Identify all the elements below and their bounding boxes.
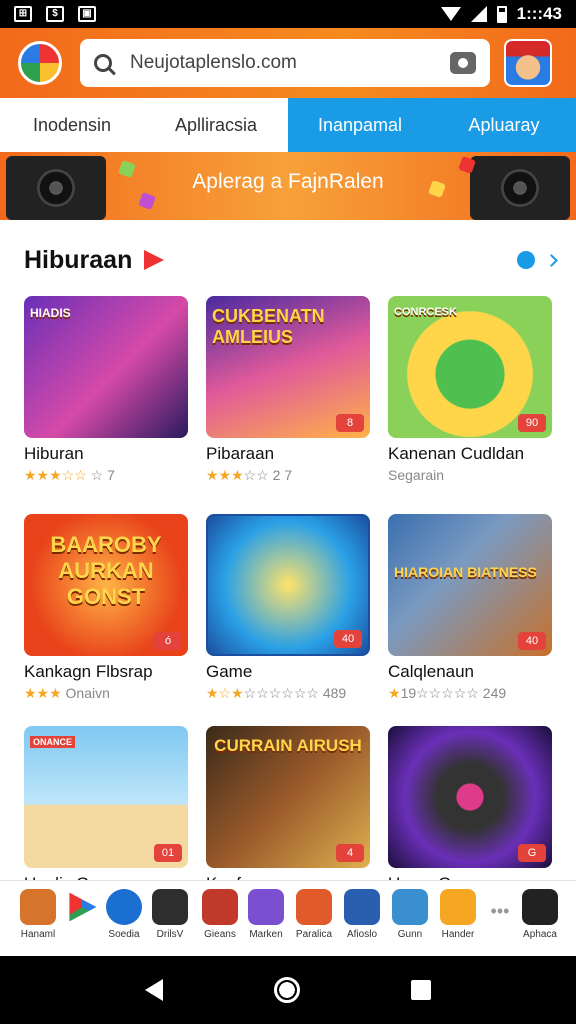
dock-item[interactable]: Marken [242,889,290,940]
app-card[interactable]: CONRCESK 90 Kanenan Cudldan Segarain [388,296,552,483]
status-badge: 4 [336,844,364,862]
promo-banner[interactable]: Aplerag a FajnRalen [0,152,576,220]
app-dock: Hanaml Soedia DrilsV Gieans Marken Paral… [0,880,576,956]
media-icon [106,889,142,925]
app-card[interactable]: ONANCE 01 Uaplis Game [24,726,188,894]
dock-item[interactable]: Afioslo [338,889,386,940]
wifi-icon [440,7,461,21]
tab-aplliracsia[interactable]: Aplliracsia [144,98,288,152]
app-card[interactable]: HIADIS Hiburan ★★★☆☆ ☆ 7 [24,296,188,484]
chevron-right-icon[interactable] [545,253,558,267]
search-input[interactable]: Neujotaplenslo.com [130,52,450,74]
image-icon: ▣ [78,6,96,22]
app-rating: ★★★☆☆ 2 7 [206,467,293,483]
dock-item[interactable]: Gieans [196,889,244,940]
status-badge: 01 [154,844,182,862]
money-icon: $ [46,6,64,22]
projector-icon [522,889,558,925]
app-card[interactable]: CUKBENATN AMLEIUS 8 Pibaraan ★★★☆☆ 2 7 [206,296,370,484]
app-bar: Neujotaplenslo.com [0,28,576,98]
status-badge: 40 [334,630,362,648]
dock-item[interactable]: Hander [434,889,482,940]
search-icon [94,54,112,72]
dock-item[interactable]: Soedia [100,889,148,940]
back-icon[interactable] [145,979,164,1001]
app-card[interactable]: BAAROBY AURKAN GONST ó Kankagn Flbsrap ★… [24,514,188,702]
dock-item[interactable]: DrilsV [146,889,194,940]
app-subtitle: Segarain [388,467,445,483]
tool-icon [440,889,476,925]
game-character-icon [248,889,284,925]
status-badge: 90 [518,414,546,432]
notification-icon: ⊞ [14,6,32,22]
section-header: Hiburaan [24,240,558,280]
app-name: Hiburan [24,444,84,463]
play-icon [144,250,165,270]
dock-item[interactable]: Gunn [386,889,434,940]
app-thumbnail[interactable]: HIADIS [24,296,188,438]
app-name: Kankagn Flbsrap [24,662,153,681]
recent-apps-icon[interactable] [410,980,431,1000]
app-name: Pibaraan [206,444,275,463]
dock-item[interactable]: Aphaca [516,889,564,940]
status-badge: 40 [518,632,546,650]
section-title: Hiburaan [24,245,133,274]
app-rating: ★19☆☆☆☆☆ 249 [388,685,507,701]
monkey-icon [20,889,56,925]
app-rating: ★★★☆☆ ☆ 7 [24,467,115,483]
dock-item[interactable] [58,889,106,929]
app-card[interactable]: G Una a Game [388,726,552,894]
app-card[interactable]: 40 Game ★☆★☆☆☆☆☆☆ 489 [206,514,370,702]
home-icon[interactable] [273,977,300,1003]
app-thumbnail[interactable]: CONRCESK 90 [388,296,552,438]
tab-inodensin[interactable]: Inodensin [0,98,144,152]
app-name: Kanenan Cudldan [388,444,525,463]
game-character-icon [202,889,238,925]
camera-icon[interactable] [450,52,476,74]
app-card[interactable]: CURRAIN AIRUSH 4 Kanfaranan [206,726,370,894]
status-badge: ó [154,632,182,650]
app-name: Calqlenaun [388,662,475,681]
app-thumbnail[interactable]: G [388,726,552,868]
avatar[interactable] [504,39,552,87]
person-icon [344,889,380,925]
app-thumbnail[interactable]: ONANCE 01 [24,726,188,868]
play-store-icon [69,892,97,922]
status-badge: G [518,844,546,862]
app-thumbnail[interactable]: HIAROIAN BIATNESS 40 [388,514,552,656]
tab-apluaray[interactable]: Apluaray [432,98,576,152]
person-icon [392,889,428,925]
tab-inanpamal[interactable]: Inanpamal [288,98,432,152]
game-character-icon [296,889,332,925]
dock-item[interactable]: Hanaml [14,889,62,940]
signal-icon [470,6,487,22]
status-badge: 8 [336,414,364,432]
app-rating: ★☆★☆☆☆☆☆☆ 489 [206,685,347,701]
more-icon[interactable] [517,251,535,269]
app-card[interactable]: HIAROIAN BIATNESS 40 Calqlenaun ★19☆☆☆☆☆… [388,514,552,702]
app-name: Game [206,662,253,681]
search-bar[interactable]: Neujotaplenslo.com [80,39,490,87]
app-thumbnail[interactable]: 40 [206,514,370,656]
app-thumbnail[interactable]: CUKBENATN AMLEIUS 8 [206,296,370,438]
app-rating: ★★★ Onaivn [24,685,110,701]
app-logo-icon[interactable] [18,41,62,85]
battery-icon [496,5,507,23]
app-thumbnail[interactable]: CURRAIN AIRUSH 4 [206,726,370,868]
clock: 1:::43 [516,4,562,23]
status-bar: ⊞ $ ▣ 1:::43 [0,0,576,28]
tab-bar: Inodensin Aplliracsia Inanpamal Apluaray [0,98,576,152]
gem-icon [152,889,188,925]
app-thumbnail[interactable]: BAAROBY AURKAN GONST ó [24,514,188,656]
system-nav-bar [0,956,576,1024]
dock-item[interactable]: Paralica [290,889,338,940]
banner-text: Aplerag a FajnRalen [192,170,384,193]
